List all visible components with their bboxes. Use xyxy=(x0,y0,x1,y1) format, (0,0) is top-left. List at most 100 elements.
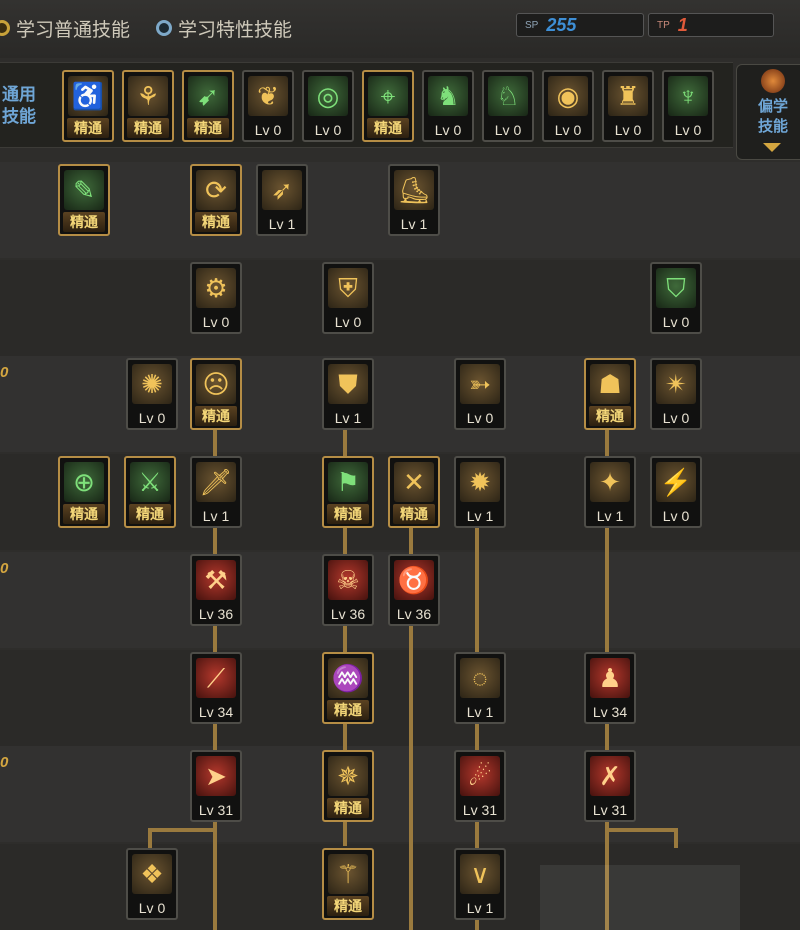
skill-slot[interactable]: ♉ Lv 36 xyxy=(388,554,440,626)
skill-slot[interactable]: ◉ Lv 0 xyxy=(542,70,594,142)
skill-level-label: Lv 1 xyxy=(334,410,362,426)
skill-level-label: Lv 34 xyxy=(198,704,234,720)
skill-level-label: 精通 xyxy=(129,504,171,524)
tp-value: 1 xyxy=(677,14,688,35)
skill-slot[interactable]: ⊕ 精通 xyxy=(58,456,110,528)
arrow-down-icon xyxy=(763,143,781,152)
skill-slot[interactable]: ♞ Lv 0 xyxy=(422,70,474,142)
skill-slot[interactable]: ✗ Lv 31 xyxy=(584,750,636,822)
skill-slot[interactable]: ⚙ Lv 0 xyxy=(190,262,242,334)
tab-trait-label: 学习特性技能 xyxy=(178,19,293,41)
skill-slot[interactable]: ➶ Lv 1 xyxy=(256,164,308,236)
crouch-icon: ⚘ xyxy=(128,76,168,116)
skill-level-label: 精通 xyxy=(127,118,169,138)
skill-slot[interactable]: ♜ Lv 0 xyxy=(602,70,654,142)
skill-slot[interactable]: ☗ 精通 xyxy=(584,358,636,430)
skill-level-label: Lv 31 xyxy=(198,802,234,818)
skill-slot[interactable]: ➤ Lv 31 xyxy=(190,750,242,822)
sp-counter: SP 255 xyxy=(516,13,644,37)
skill-slot[interactable]: ⌖ 精通 xyxy=(362,70,414,142)
connector-line xyxy=(148,828,216,832)
claw-icon: ⚚ xyxy=(328,854,368,894)
skill-slot[interactable]: ⟳ 精通 xyxy=(190,164,242,236)
skill-row xyxy=(0,650,800,746)
skill-slot[interactable]: ⚡ Lv 0 xyxy=(650,456,702,528)
skill-slot[interactable]: ♘ Lv 0 xyxy=(482,70,534,142)
skill-slot[interactable]: ⛨ Lv 0 xyxy=(322,262,374,334)
crosshair-icon: ⌖ xyxy=(368,76,408,116)
skill-level-label: 精通 xyxy=(187,118,229,138)
skill-slot[interactable]: ⛉ Lv 0 xyxy=(650,262,702,334)
radio-icon[interactable] xyxy=(156,20,172,36)
skill-level-label: Lv 0 xyxy=(662,508,690,524)
vortex-icon: ◌ xyxy=(460,658,500,698)
skill-slot[interactable]: ⚘ 精通 xyxy=(122,70,174,142)
skill-slot[interactable]: ⛊ Lv 1 xyxy=(322,358,374,430)
skill-level-label: 精通 xyxy=(327,504,369,524)
skill-slot[interactable]: ⟋ Lv 34 xyxy=(190,652,242,724)
tab-trait-skills[interactable]: 学习特性技能 xyxy=(156,14,292,42)
wing-icon: ❦ xyxy=(248,76,288,116)
skill-slot[interactable]: ☹ 精通 xyxy=(190,358,242,430)
skill-level-label: Lv 36 xyxy=(330,606,366,622)
reticle-icon: ⊕ xyxy=(64,462,104,502)
tp-counter: TP 1 xyxy=(648,13,774,37)
sword-icon: 🗡 xyxy=(196,462,236,502)
slash-icon: ⚡ xyxy=(656,462,696,502)
skill-slot[interactable]: ❖ Lv 0 xyxy=(126,848,178,920)
skill-slot[interactable]: ♟ Lv 34 xyxy=(584,652,636,724)
skill-level-label: Lv 1 xyxy=(400,216,428,232)
row-level-label: 0 xyxy=(0,560,9,577)
scroll-icon: ✎ xyxy=(64,170,104,210)
skill-slot[interactable]: ➹ 精通 xyxy=(182,70,234,142)
skill-slot[interactable]: ☄ Lv 31 xyxy=(454,750,506,822)
skill-slot[interactable]: ✹ Lv 1 xyxy=(454,456,506,528)
skill-slot[interactable]: ☠ Lv 36 xyxy=(322,554,374,626)
fire-arrow-icon: ➳ xyxy=(460,364,500,404)
learn-skills-button[interactable]: 偏学技能 xyxy=(736,64,800,160)
skill-slot[interactable]: ➳ Lv 0 xyxy=(454,358,506,430)
kick2-icon: ♘ xyxy=(488,76,528,116)
skill-level-label: Lv 0 xyxy=(674,122,702,138)
sp-value: 255 xyxy=(546,14,577,35)
skill-slot[interactable]: ♒ 精通 xyxy=(322,652,374,724)
skill-slot[interactable]: ❦ Lv 0 xyxy=(242,70,294,142)
skill-slot[interactable]: ✕ 精通 xyxy=(388,456,440,528)
spirit-icon: ♆ xyxy=(668,76,708,116)
skill-slot[interactable]: ◌ Lv 1 xyxy=(454,652,506,724)
skill-slot[interactable]: ✦ Lv 1 xyxy=(584,456,636,528)
skill-slot[interactable]: ∨ Lv 1 xyxy=(454,848,506,920)
skill-slot[interactable]: ⛸ Lv 1 xyxy=(388,164,440,236)
connector-line xyxy=(148,828,152,848)
row-level-label: 0 xyxy=(0,364,9,381)
skill-slot[interactable]: ✵ 精通 xyxy=(322,750,374,822)
skill-slot[interactable]: 🗡 Lv 1 xyxy=(190,456,242,528)
face-icon: ☹ xyxy=(196,364,236,404)
skill-level-label: 精通 xyxy=(63,504,105,524)
shield-icon: ⛉ xyxy=(656,268,696,308)
skill-slot[interactable]: ✎ 精通 xyxy=(58,164,110,236)
skill-slot[interactable]: ✴ Lv 0 xyxy=(650,358,702,430)
kick-icon: ♞ xyxy=(428,76,468,116)
skill-slot[interactable]: ⚚ 精通 xyxy=(322,848,374,920)
skull-icon: ☠ xyxy=(328,560,368,600)
cycle-icon: ⟳ xyxy=(196,170,236,210)
skill-slot[interactable]: ◎ Lv 0 xyxy=(302,70,354,142)
skill-slot[interactable]: ✺ Lv 0 xyxy=(126,358,178,430)
fangs-icon: ♒ xyxy=(328,658,368,698)
skill-slot[interactable]: ♆ Lv 0 xyxy=(662,70,714,142)
skill-slot[interactable]: ⚒ Lv 36 xyxy=(190,554,242,626)
radio-selected-icon[interactable] xyxy=(0,20,10,36)
skill-level-label: Lv 36 xyxy=(396,606,432,622)
orb-icon xyxy=(761,69,785,93)
learn-skills-label: 偏学技能 xyxy=(757,98,788,135)
skill-level-label: Lv 0 xyxy=(138,900,166,916)
skill-level-label: 精通 xyxy=(195,212,237,232)
skill-level-label: Lv 0 xyxy=(554,122,582,138)
tab-normal-skills[interactable]: 学习普通技能 xyxy=(0,14,130,42)
skill-slot[interactable]: ⚑ 精通 xyxy=(322,456,374,528)
skill-slot[interactable]: ⚔ 精通 xyxy=(124,456,176,528)
skill-level-label: Lv 0 xyxy=(138,410,166,426)
blade-icon: ⟋ xyxy=(196,658,236,698)
skill-slot[interactable]: ♿ 精通 xyxy=(62,70,114,142)
